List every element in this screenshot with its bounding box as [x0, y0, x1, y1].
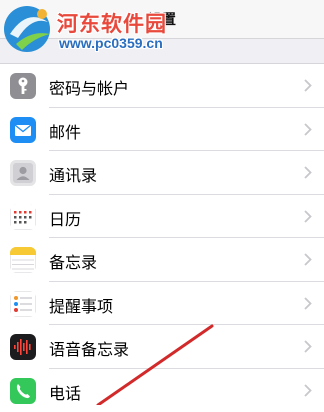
phone-icon [10, 378, 36, 404]
reminders-icon [10, 291, 36, 317]
watermark-logo-icon [2, 4, 56, 54]
notes-icon [10, 247, 36, 273]
chevron-right-icon [304, 166, 312, 179]
key-icon [10, 73, 36, 99]
settings-row-label: 备忘录 [49, 249, 97, 273]
chevron-right-icon [304, 384, 312, 397]
settings-row-voice-memos[interactable]: 语音备忘录 [0, 325, 324, 369]
chevron-right-icon [304, 340, 312, 353]
settings-row-label: 语音备忘录 [49, 336, 129, 360]
chevron-right-icon [304, 210, 312, 223]
mail-icon [10, 117, 36, 143]
contacts-icon [10, 160, 36, 186]
settings-row-calendar[interactable]: 日历 [0, 195, 324, 239]
settings-row-label: 提醒事项 [49, 293, 113, 317]
settings-list: 密码与帐户 邮件 通讯录 日 [0, 63, 324, 412]
chevron-right-icon [304, 297, 312, 310]
watermark: 河东软件园 www.pc0359.cn [2, 2, 202, 54]
watermark-name: 河东软件园 [57, 8, 167, 38]
settings-row-mail[interactable]: 邮件 [0, 108, 324, 152]
calendar-icon [10, 204, 36, 230]
settings-row-passwords[interactable]: 密码与帐户 [0, 64, 324, 108]
voice-memo-icon [10, 334, 36, 360]
watermark-url: www.pc0359.cn [59, 35, 163, 51]
settings-row-reminders[interactable]: 提醒事项 [0, 282, 324, 326]
chevron-right-icon [304, 253, 312, 266]
chevron-right-icon [304, 123, 312, 136]
settings-row-notes[interactable]: 备忘录 [0, 238, 324, 282]
settings-row-contacts[interactable]: 通讯录 [0, 151, 324, 195]
settings-row-phone[interactable]: 电话 [0, 369, 324, 412]
chevron-right-icon [304, 79, 312, 92]
settings-row-label: 日历 [49, 206, 81, 230]
settings-row-label: 邮件 [49, 119, 81, 143]
settings-row-label: 通讯录 [49, 162, 97, 186]
settings-row-label: 电话 [49, 380, 81, 404]
settings-row-label: 密码与帐户 [49, 75, 129, 99]
